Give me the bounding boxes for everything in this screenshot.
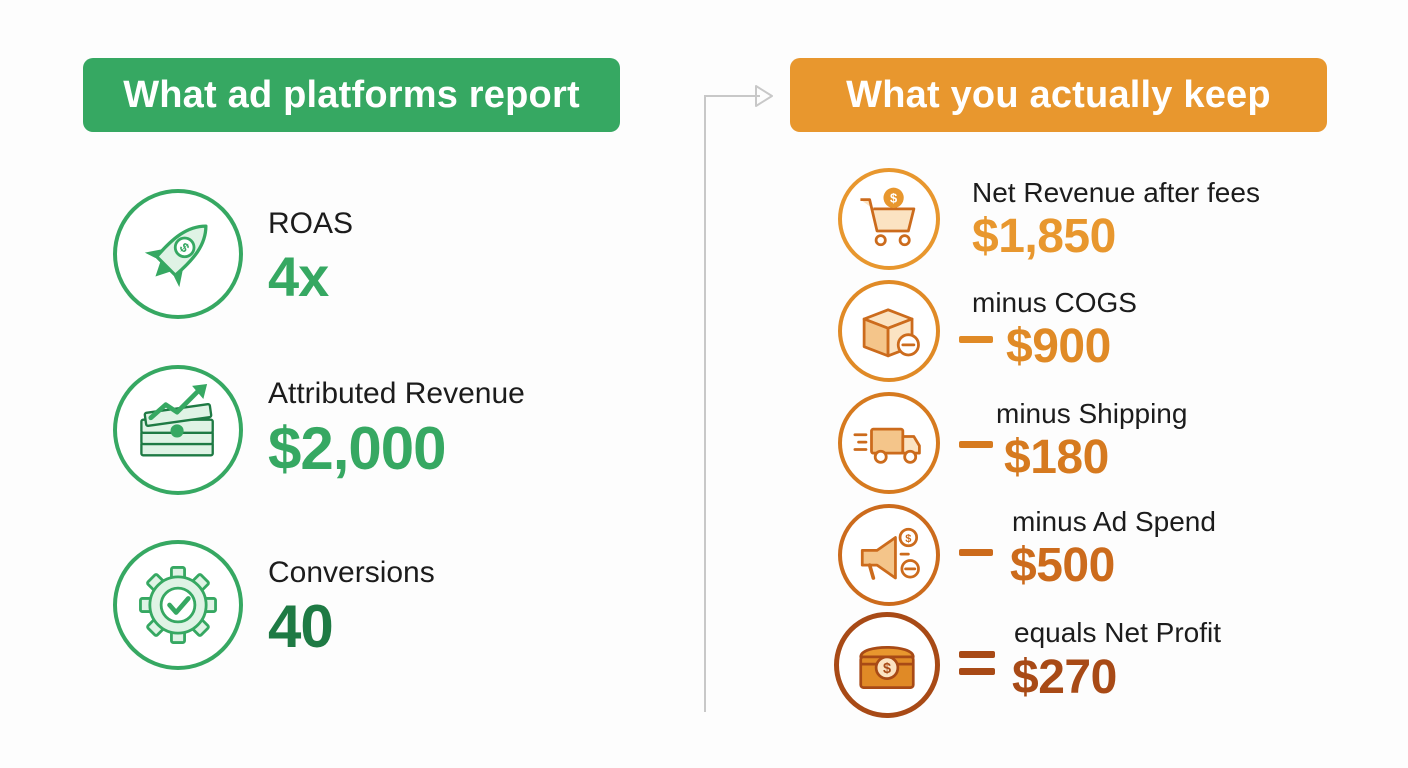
ad-spend-value: $500 <box>1010 539 1115 592</box>
equals-sign-bottom <box>959 668 995 675</box>
cash-stack-growth-icon <box>113 365 243 495</box>
svg-text:$: $ <box>883 661 891 677</box>
conversions-value: 40 <box>268 593 334 660</box>
roas-value: 4x <box>268 245 329 308</box>
net-profit-value: $270 <box>1012 651 1117 704</box>
minus-sign <box>959 441 993 448</box>
box-minus-icon <box>838 280 940 382</box>
rocket-dollar-icon: $ <box>113 189 243 319</box>
attributed-revenue-value: $2,000 <box>268 415 447 482</box>
gear-checkmark-icon <box>113 540 243 670</box>
shipping-value: $180 <box>1004 431 1109 484</box>
svg-text:$: $ <box>905 533 911 545</box>
cogs-label: minus COGS <box>972 287 1137 318</box>
net-profit-label: equals Net Profit <box>1014 617 1221 648</box>
shopping-cart-dollar-icon: $ <box>838 168 940 270</box>
conversions-label: Conversions <box>268 556 435 589</box>
megaphone-dollar-icon: $ <box>838 504 940 606</box>
infographic: What ad platforms report What you actual… <box>0 0 1408 768</box>
net-revenue-value: $1,850 <box>972 210 1116 263</box>
svg-text:$: $ <box>890 190 897 205</box>
delivery-truck-icon <box>838 392 940 494</box>
cogs-value: $900 <box>1006 320 1111 373</box>
treasure-chest-icon: $ <box>834 612 940 718</box>
shipping-label: minus Shipping <box>996 398 1188 429</box>
net-revenue-label: Net Revenue after fees <box>972 177 1260 208</box>
equals-sign-top <box>959 651 995 658</box>
minus-sign <box>959 336 993 343</box>
ad-spend-label: minus Ad Spend <box>1012 506 1216 537</box>
roas-label: ROAS <box>268 207 354 240</box>
minus-sign <box>959 549 993 556</box>
attributed-revenue-label: Attributed Revenue <box>268 377 525 410</box>
